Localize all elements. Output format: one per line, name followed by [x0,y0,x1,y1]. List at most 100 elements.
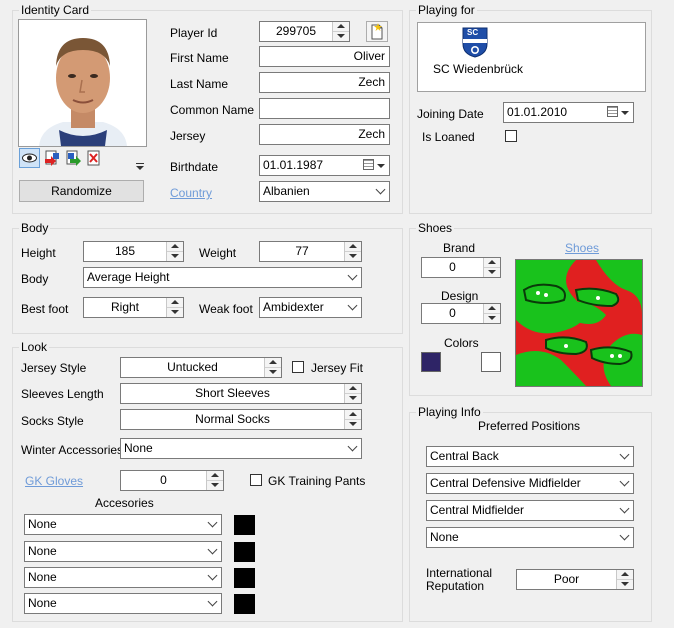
spin-down-icon[interactable] [484,314,500,323]
weight-spinner[interactable]: 77 [259,241,362,262]
spin-down-icon[interactable] [484,268,500,277]
brand-value[interactable]: 0 [422,258,483,277]
position-3-dropdown[interactable]: Central Midfielder [426,500,634,521]
gk-training-pants-checkbox[interactable] [250,474,262,486]
spin-up-icon[interactable] [617,570,633,580]
design-value[interactable]: 0 [422,304,483,323]
spin-down-icon[interactable] [345,420,361,429]
brand-spinner-arrows[interactable] [483,258,500,277]
weight-value[interactable]: 77 [260,242,344,261]
gk-gloves-spinner[interactable]: 0 [120,470,224,491]
accessory-4-dropdown[interactable]: None [24,593,222,614]
best-foot-spinner-arrows[interactable] [166,298,183,317]
dropdown-arrow-icon[interactable] [621,111,629,115]
accessory-3-dropdown[interactable]: None [24,567,222,588]
best-foot-value[interactable]: Right [84,298,166,317]
common-name-field[interactable] [259,98,390,119]
sleeves-length-spinner[interactable]: Short Sleeves [120,383,362,404]
country-link[interactable]: Country [170,186,212,200]
spin-up-icon[interactable] [345,384,361,394]
shoe-color-2-swatch[interactable] [481,352,501,372]
sleeves-length-value[interactable]: Short Sleeves [121,384,344,403]
spin-down-icon[interactable] [207,481,223,490]
design-spinner-arrows[interactable] [483,304,500,323]
spin-down-icon[interactable] [333,32,349,41]
international-reputation-spinner-arrows[interactable] [616,570,633,589]
birthdate-picker[interactable]: 01.01.1987 [259,155,390,176]
chevron-down-icon [347,441,358,452]
position-4-dropdown[interactable]: None [426,527,634,548]
shoe-color-1-swatch[interactable] [421,352,441,372]
body-type-dropdown[interactable]: Average Height [83,267,362,288]
brand-spinner[interactable]: 0 [421,257,501,278]
international-reputation-spinner[interactable]: Poor [516,569,634,590]
international-reputation-value[interactable]: Poor [517,570,616,589]
import-photo-icon[interactable] [43,149,61,167]
export-photo-icon[interactable] [64,149,82,167]
spin-down-icon[interactable] [167,308,183,317]
birthdate-value[interactable]: 01.01.1987 [263,156,323,175]
spin-up-icon[interactable] [167,298,183,308]
gk-gloves-spinner-arrows[interactable] [206,471,223,490]
accessory-2-color-swatch[interactable] [234,542,255,562]
first-name-field[interactable]: Oliver [259,46,390,67]
dropdown-arrow-icon[interactable] [377,164,385,168]
spin-up-icon[interactable] [265,358,281,368]
spin-up-icon[interactable] [333,22,349,32]
socks-style-value[interactable]: Normal Socks [121,410,344,429]
new-id-button[interactable] [366,21,388,42]
spin-down-icon[interactable] [345,252,361,261]
accessory-2-dropdown[interactable]: None [24,541,222,562]
design-spinner[interactable]: 0 [421,303,501,324]
spin-up-icon[interactable] [345,410,361,420]
jersey-style-spinner[interactable]: Untucked [120,357,282,378]
country-dropdown[interactable]: Albanien [259,181,390,202]
accessory-1-color-swatch[interactable] [234,515,255,535]
socks-style-spinner[interactable]: Normal Socks [120,409,362,430]
spin-down-icon[interactable] [167,252,183,261]
spin-up-icon[interactable] [484,304,500,314]
spin-down-icon[interactable] [345,394,361,403]
height-spinner-arrows[interactable] [166,242,183,261]
height-spinner[interactable]: 185 [83,241,184,262]
jersey-style-spinner-arrows[interactable] [264,358,281,377]
spin-up-icon[interactable] [167,242,183,252]
spin-down-icon[interactable] [265,368,281,377]
joining-date-value[interactable]: 01.01.2010 [507,103,567,122]
height-value[interactable]: 185 [84,242,166,261]
spin-down-icon[interactable] [617,580,633,589]
gk-gloves-link[interactable]: GK Gloves [25,474,83,488]
accessory-3-color-swatch[interactable] [234,568,255,588]
sleeves-length-spinner-arrows[interactable] [344,384,361,403]
spin-up-icon[interactable] [345,242,361,252]
player-id-spinner-arrows[interactable] [332,22,349,41]
photo-menu-icon[interactable] [135,160,145,170]
joining-date-picker[interactable]: 01.01.2010 [503,102,634,123]
spin-up-icon[interactable] [484,258,500,268]
socks-style-spinner-arrows[interactable] [344,410,361,429]
jersey-style-value[interactable]: Untucked [121,358,264,377]
winter-accessories-dropdown[interactable]: None [120,438,362,459]
player-id-spinner[interactable]: 299705 [259,21,350,42]
randomize-button[interactable]: Randomize [19,180,144,202]
position-1-dropdown[interactable]: Central Back [426,446,634,467]
player-id-value[interactable]: 299705 [260,22,332,41]
accessory-1-dropdown[interactable]: None [24,514,222,535]
view-photo-icon[interactable] [19,148,40,168]
delete-photo-icon[interactable] [85,149,103,167]
calendar-icon[interactable] [607,106,618,117]
club-box[interactable]: SC SC Wiedenbrück [417,22,646,92]
position-2-dropdown[interactable]: Central Defensive Midfielder [426,473,634,494]
jersey-name-field[interactable]: Zech [259,124,390,145]
weight-spinner-arrows[interactable] [344,242,361,261]
calendar-icon[interactable] [363,159,374,170]
weak-foot-dropdown[interactable]: Ambidexter [259,297,362,318]
last-name-field[interactable]: Zech [259,72,390,93]
shoes-link[interactable]: Shoes [565,241,599,255]
gk-gloves-value[interactable]: 0 [121,471,206,490]
jersey-fit-checkbox[interactable] [292,361,304,373]
best-foot-spinner[interactable]: Right [83,297,184,318]
is-loaned-checkbox[interactable] [505,130,517,142]
accessory-4-color-swatch[interactable] [234,594,255,614]
spin-up-icon[interactable] [207,471,223,481]
